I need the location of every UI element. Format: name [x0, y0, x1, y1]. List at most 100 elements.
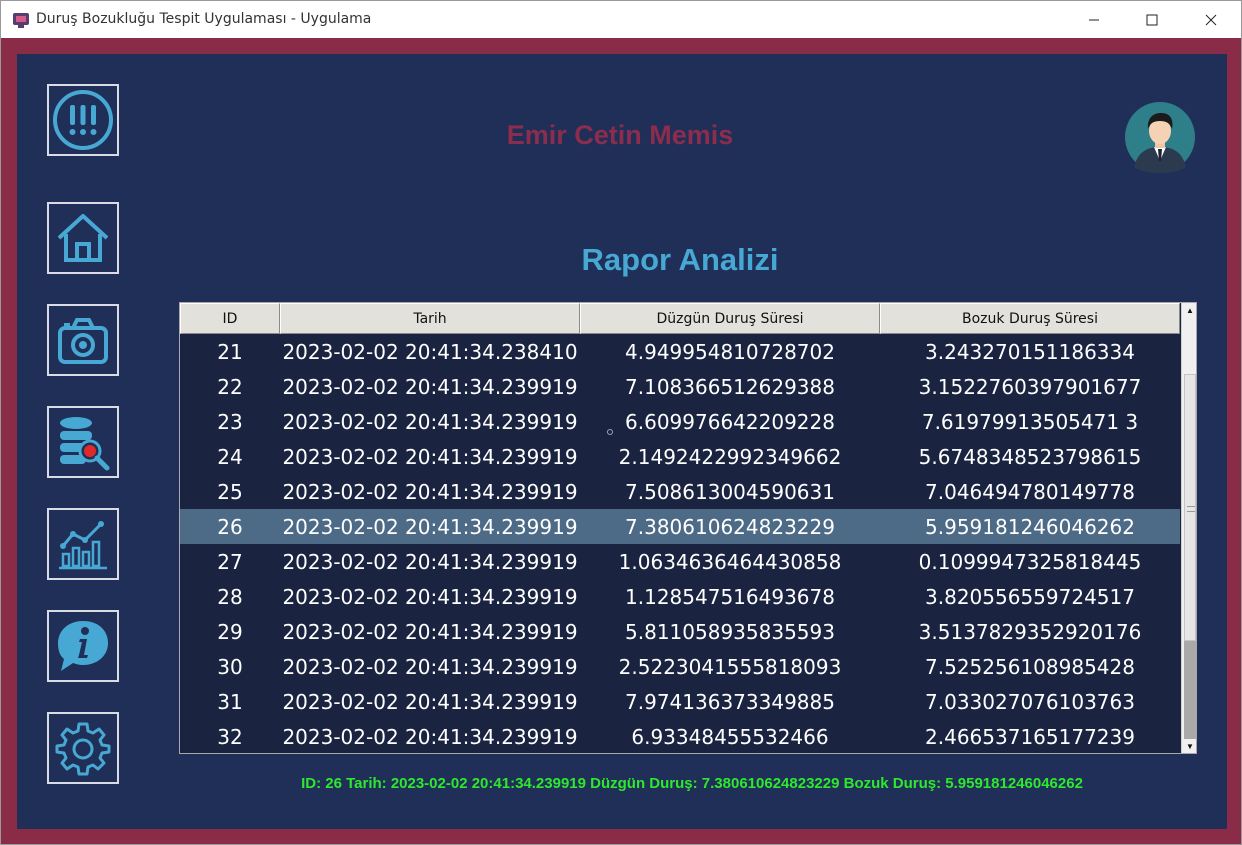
info-icon [58, 621, 108, 671]
table-row[interactable]: 24 2023-02-02 20:41:34.239919 2.1492422992… [180, 439, 1180, 474]
table-row[interactable]: 23 2023-02-02 20:41:34.239919 6.6099766422… [180, 404, 1180, 439]
cell-good-posture: 1.128547516493678 [625, 584, 835, 609]
table-row[interactable]: 27 2023-02-02 20:41:34.239919 1.0634636464… [180, 544, 1180, 579]
close-button[interactable] [1182, 1, 1240, 38]
cell-id: 23 [217, 409, 243, 434]
sidebar-item-home[interactable] [47, 202, 119, 274]
chart-icon [59, 521, 107, 570]
table-row[interactable]: 30 2023-02-02 20:41:34.239919 2.5223041555… [180, 649, 1180, 684]
sidebar-item-database[interactable] [47, 406, 119, 478]
cell-id: 30 [217, 654, 243, 679]
cell-good-posture: 1.0634636464430858 [618, 549, 842, 574]
cell-id: 26 [217, 514, 243, 539]
user-avatar-icon[interactable] [1124, 101, 1196, 173]
cell-good-posture: 7.508613004590631 [625, 479, 835, 504]
cell-date: 2023-02-02 20:41:34.239919 [282, 689, 578, 714]
cell-date: 2023-02-02 20:41:34.239919 [282, 724, 578, 749]
column-header-good-posture[interactable]: Düzgün Duruş Süresi [580, 303, 880, 334]
camera-icon [58, 318, 108, 364]
cell-good-posture: 7.974136373349885 [625, 689, 835, 714]
cell-date: 2023-02-02 20:41:34.239919 [282, 514, 578, 539]
selection-status: ID: 26 Tarih: 2023-02-02 20:41:34.239919… [301, 775, 1083, 792]
title-bar[interactable]: Duruş Bozukluğu Tespit Uygulaması - Uygu… [1, 1, 1241, 38]
page-title: Rapor Analizi [581, 242, 779, 277]
cell-bad-posture: 7.033027076103763 [925, 689, 1135, 714]
scrollbar-thumb[interactable] [1184, 374, 1196, 641]
minimize-icon [1089, 19, 1099, 20]
table-row[interactable]: 32 2023-02-02 20:41:34.239919 6.9334845553… [180, 719, 1180, 753]
scrollbar-track[interactable] [1184, 317, 1196, 739]
main-panel: Emir Cetin Memis Rapor Analizi ID Tarih … [17, 54, 1227, 829]
cell-good-posture: 6.93348455532466 [631, 724, 829, 749]
cell-id: 31 [217, 689, 243, 714]
table-row[interactable]: 28 2023-02-02 20:41:34.239919 1.1285475164… [180, 579, 1180, 614]
cell-date: 2023-02-02 20:41:34.239919 [282, 479, 578, 504]
cell-good-posture: 7.380610624823229 [625, 514, 835, 539]
cell-date: 2023-02-02 20:41:34.239919 [282, 584, 578, 609]
cell-bad-posture: 3.1522760397901677 [918, 374, 1142, 399]
sidebar-item-settings[interactable] [47, 712, 119, 784]
mouse-cursor [607, 429, 613, 435]
cell-id: 28 [217, 584, 243, 609]
cell-bad-posture: 5.959181246046262 [925, 514, 1135, 539]
cell-id: 24 [217, 444, 243, 469]
sidebar-item-info[interactable] [47, 610, 119, 682]
column-header-date[interactable]: Tarih [280, 303, 580, 334]
cell-id: 27 [217, 549, 243, 574]
cell-good-posture: 7.108366512629388 [625, 374, 835, 399]
table-row[interactable]: 31 2023-02-02 20:41:34.239919 7.9741363733… [180, 684, 1180, 719]
table-row[interactable]: 22 2023-02-02 20:41:34.239919 7.1083665126… [180, 369, 1180, 404]
cell-bad-posture: 5.6748348523798615 [918, 444, 1142, 469]
table-row[interactable]: 26 2023-02-02 20:41:34.239919 7.3806106248… [180, 509, 1180, 544]
cell-bad-posture: 0.1099947325818445 [918, 549, 1142, 574]
minimize-button[interactable] [1065, 1, 1123, 38]
window-title: Duruş Bozukluğu Tespit Uygulaması - Uygu… [36, 11, 372, 27]
vertical-scrollbar[interactable]: ▲ ▼ [1181, 303, 1196, 753]
column-header-bad-posture[interactable]: Bozuk Duruş Süresi [880, 303, 1180, 334]
scrollbar-grip-icon [1187, 506, 1195, 512]
table-body: 21 2023-02-02 20:41:34.238410 4.9499548107… [180, 334, 1180, 753]
cell-date: 2023-02-02 20:41:34.239919 [282, 409, 578, 434]
cell-bad-posture: 3.5137829352920176 [918, 619, 1142, 644]
cell-date: 2023-02-02 20:41:34.239919 [282, 619, 578, 644]
alert-icon [53, 90, 113, 150]
cell-bad-posture: 7.61979913505471 3 [921, 409, 1139, 434]
cell-bad-posture: 7.525256108985428 [925, 654, 1135, 679]
close-icon [1205, 14, 1217, 25]
sidebar-item-charts[interactable] [47, 508, 119, 580]
scroll-down-arrow-icon[interactable]: ▼ [1182, 739, 1196, 753]
cell-bad-posture: 2.466537165177239 [925, 724, 1135, 749]
cell-id: 25 [217, 479, 243, 504]
cell-id: 29 [217, 619, 243, 644]
cell-date: 2023-02-02 20:41:34.239919 [282, 374, 578, 399]
cell-date: 2023-02-02 20:41:34.238410 [282, 339, 578, 364]
cell-id: 22 [217, 374, 243, 399]
scrollbar-lower-track[interactable] [1184, 641, 1196, 739]
scroll-up-arrow-icon[interactable]: ▲ [1182, 303, 1196, 317]
cell-date: 2023-02-02 20:41:34.239919 [282, 444, 578, 469]
table-row[interactable]: 21 2023-02-02 20:41:34.238410 4.9499548107… [180, 334, 1180, 369]
cell-bad-posture: 7.046494780149778 [925, 479, 1135, 504]
app-frame: Emir Cetin Memis Rapor Analizi ID Tarih … [1, 38, 1241, 844]
cell-good-posture: 4.949954810728702 [625, 339, 835, 364]
sidebar-item-camera[interactable] [47, 304, 119, 376]
cell-good-posture: 2.1492422992349662 [618, 444, 842, 469]
column-header-id[interactable]: ID [180, 303, 280, 334]
maximize-icon [1146, 14, 1158, 25]
cell-date: 2023-02-02 20:41:34.239919 [282, 549, 578, 574]
cell-bad-posture: 3.243270151186334 [925, 339, 1135, 364]
sidebar-item-alerts[interactable] [47, 84, 119, 156]
gear-icon [55, 722, 111, 776]
maximize-button[interactable] [1123, 1, 1181, 38]
cell-date: 2023-02-02 20:41:34.239919 [282, 654, 578, 679]
table-header: ID Tarih Düzgün Duruş Süresi Bozuk Duruş… [180, 303, 1180, 334]
table-row[interactable]: 25 2023-02-02 20:41:34.239919 7.5086130045… [180, 474, 1180, 509]
user-name: Emir Cetin Memis [506, 120, 734, 150]
cell-bad-posture: 3.820556559724517 [925, 584, 1135, 609]
cell-id: 21 [217, 339, 243, 364]
table-row[interactable]: 29 2023-02-02 20:41:34.239919 5.8110589358… [180, 614, 1180, 649]
database-search-icon [60, 417, 110, 471]
cell-good-posture: 6.609976642209228 [625, 409, 835, 434]
home-icon [57, 214, 109, 262]
report-table[interactable]: ID Tarih Düzgün Duruş Süresi Bozuk Duruş… [179, 302, 1197, 754]
